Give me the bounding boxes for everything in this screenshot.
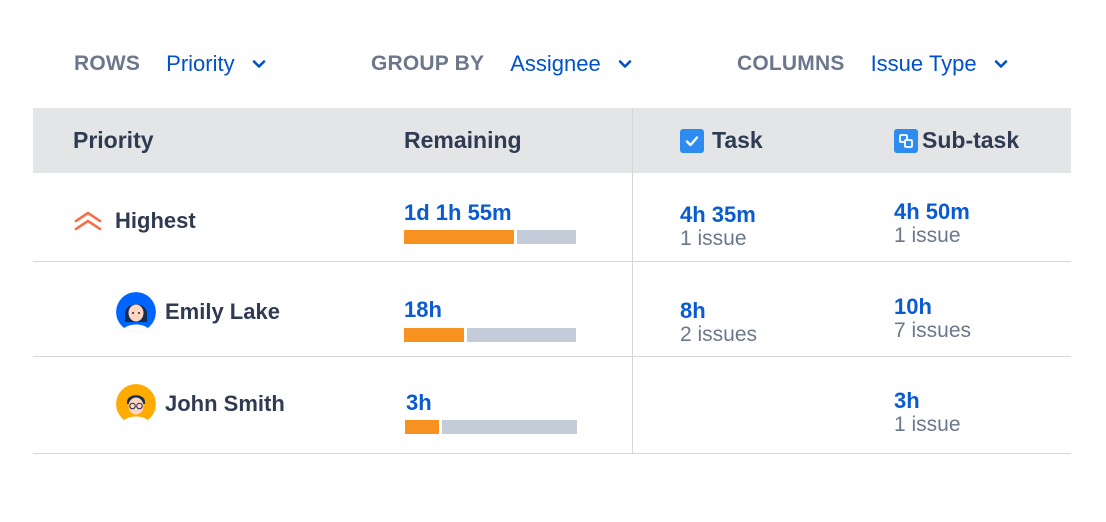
priority-cell: Highest xyxy=(73,206,196,236)
subtask-cell: 10h 7 issues xyxy=(894,294,972,342)
assignee-cell: John Smith xyxy=(116,384,285,424)
double-chevron-up-icon xyxy=(73,209,103,233)
priority-name: Highest xyxy=(115,208,196,233)
remaining-progress-bar xyxy=(405,420,577,434)
header-subtask[interactable]: Sub-task xyxy=(894,108,1019,173)
progress-fill xyxy=(404,328,464,342)
rows-dropdown[interactable]: Priority xyxy=(166,51,266,77)
remaining-value: 18h xyxy=(404,297,442,322)
chevron-down-icon xyxy=(251,56,267,72)
subtask-count: 1 issue xyxy=(894,224,961,247)
task-cell: 4h 35m 1 issue xyxy=(680,202,756,250)
row-divider xyxy=(33,453,1071,454)
avatar xyxy=(116,384,156,424)
chevron-down-icon xyxy=(617,56,633,72)
task-cell: 8h 2 issues xyxy=(680,298,758,346)
avatar xyxy=(116,292,156,332)
assignee-cell: Emily Lake xyxy=(116,292,280,332)
table-header: Priority Remaining Task Sub-task xyxy=(33,108,1071,173)
columns-label: COLUMNS xyxy=(737,52,845,75)
subtask-cell: 4h 50m 1 issue xyxy=(894,199,970,247)
table-row[interactable]: Highest 1d 1h 55m 4h 35m 1 issue 4h 50m … xyxy=(33,173,1071,262)
remaining-progress-bar xyxy=(404,230,576,244)
progress-fill xyxy=(404,230,514,244)
group-by-value: Assignee xyxy=(510,51,601,76)
chevron-down-icon xyxy=(993,56,1009,72)
remaining-cell: 18h xyxy=(404,299,442,321)
columns-control: COLUMNS Issue Type xyxy=(737,46,1009,82)
task-count: 2 issues xyxy=(680,323,758,346)
rows-control: ROWS Priority xyxy=(74,46,267,82)
header-task[interactable]: Task xyxy=(680,108,763,173)
group-by-control: GROUP BY Assignee xyxy=(371,46,633,82)
subtask-icon xyxy=(894,128,918,153)
header-priority[interactable]: Priority xyxy=(73,108,154,173)
subtask-time: 4h 50m xyxy=(894,199,970,224)
group-by-dropdown[interactable]: Assignee xyxy=(510,51,633,77)
remaining-value: 3h xyxy=(406,390,432,415)
task-time: 8h xyxy=(680,298,706,323)
subtask-count: 1 issue xyxy=(894,413,961,436)
report-controls: ROWS Priority GROUP BY Assignee COLUMNS … xyxy=(0,46,1106,82)
progress-remaining xyxy=(467,328,576,342)
subtask-cell: 3h 1 issue xyxy=(894,388,961,436)
header-remaining[interactable]: Remaining xyxy=(404,108,522,173)
columns-dropdown[interactable]: Issue Type xyxy=(871,51,1009,77)
progress-remaining xyxy=(442,420,577,434)
assignee-name: Emily Lake xyxy=(165,299,280,324)
time-tracking-table: Priority Remaining Task Sub-task Highest… xyxy=(33,108,1071,454)
subtask-time: 3h xyxy=(894,388,920,413)
rows-label: ROWS xyxy=(74,52,141,75)
header-task-label: Task xyxy=(712,127,763,153)
task-count: 1 issue xyxy=(680,227,747,250)
task-time: 4h 35m xyxy=(680,202,756,227)
header-subtask-label: Sub-task xyxy=(922,127,1020,153)
remaining-cell: 1d 1h 55m xyxy=(404,202,512,224)
rows-value: Priority xyxy=(166,51,235,76)
remaining-progress-bar xyxy=(404,328,576,342)
table-row[interactable]: John Smith 3h 3h 1 issue xyxy=(33,357,1071,454)
assignee-name: John Smith xyxy=(165,391,285,416)
group-by-label: GROUP BY xyxy=(371,52,485,75)
remaining-value: 1d 1h 55m xyxy=(404,200,512,225)
progress-fill xyxy=(405,420,439,434)
remaining-cell: 3h xyxy=(406,392,432,414)
subtask-count: 7 issues xyxy=(894,319,972,342)
checkbox-icon xyxy=(680,128,704,153)
columns-value: Issue Type xyxy=(870,51,977,76)
progress-remaining xyxy=(517,230,576,244)
subtask-time: 10h xyxy=(894,294,932,319)
table-row[interactable]: Emily Lake 18h 8h 2 issues 10h 7 issues xyxy=(33,262,1071,357)
